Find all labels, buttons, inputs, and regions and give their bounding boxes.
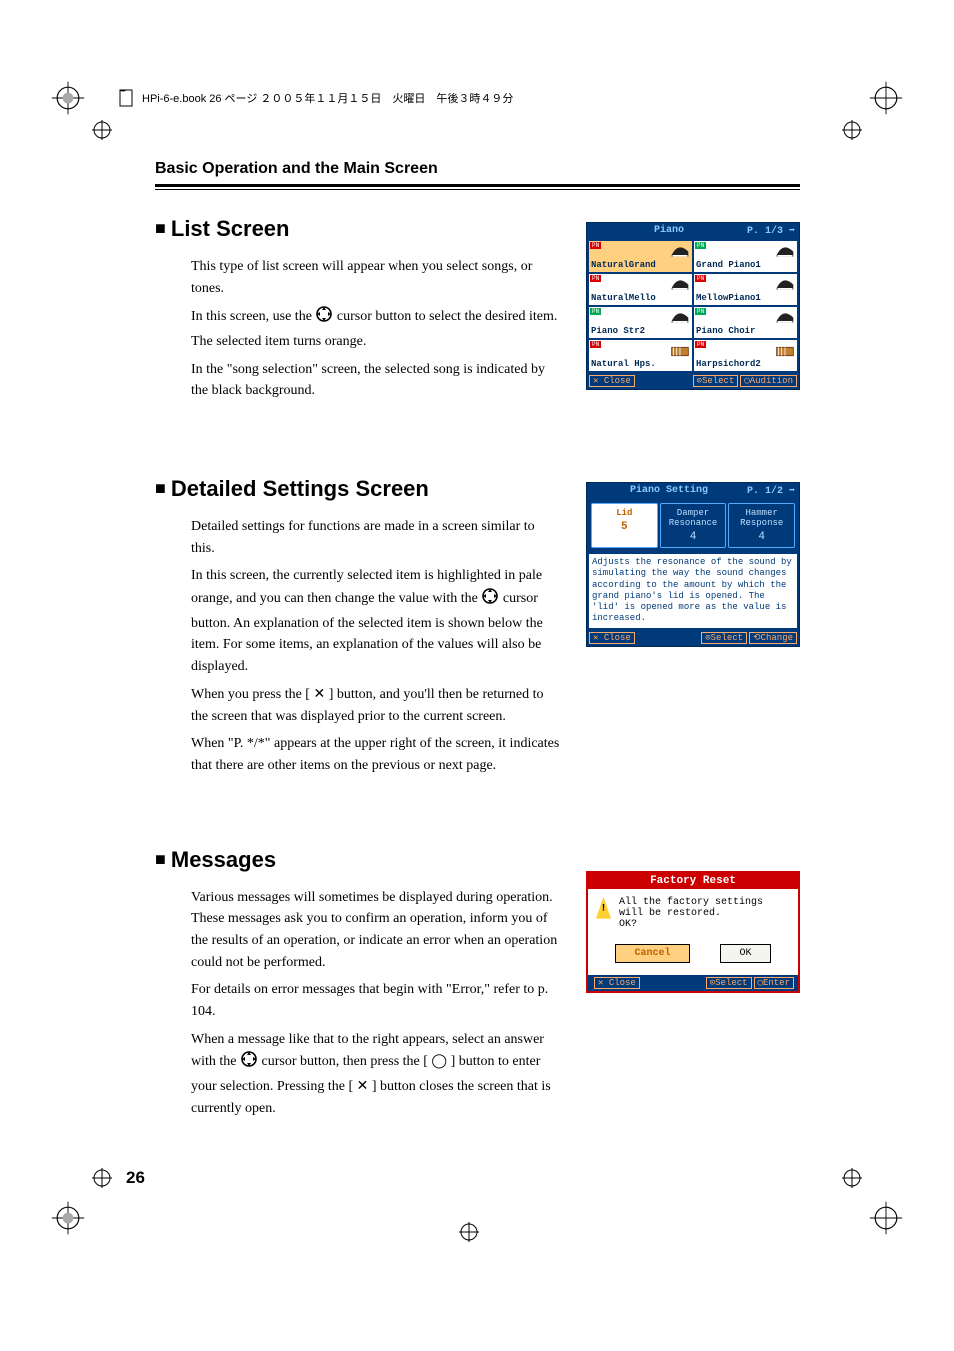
reg-mark-icon (459, 1222, 479, 1242)
tone-item[interactable]: PNPiano Choir (694, 307, 797, 338)
figure-piano-list: Piano P. 1/3 ➡ PNNaturalGrandPNGrand Pia… (586, 222, 800, 390)
dialog-title: Factory Reset (588, 873, 798, 889)
page-number: 26 (126, 1168, 145, 1188)
reg-mark-icon (50, 80, 86, 116)
body-text: When you press the [ ✕ ] button, and you… (191, 684, 561, 727)
cursor-ring-icon (481, 587, 499, 613)
body-text: This type of list screen will appear whe… (191, 256, 561, 299)
lcd-title: Piano Setting (591, 485, 747, 497)
lcd-select-button[interactable]: ⊙Select (693, 375, 739, 387)
tone-item[interactable]: PNGrand Piano1 (694, 241, 797, 272)
body-text: In this screen, the currently selected i… (191, 565, 561, 677)
setting-box[interactable]: Hammer Response4 (728, 503, 795, 548)
setting-description: Adjusts the resonance of the sound by si… (589, 554, 797, 628)
body-text: Detailed settings for functions are made… (191, 516, 561, 559)
figure-piano-setting: Piano Setting P. 1/2 ➡ Lid5Damper Resona… (586, 482, 800, 647)
body-text: In the "song selection" screen, the sele… (191, 359, 561, 402)
tone-item[interactable]: PNNaturalGrand (589, 241, 692, 272)
reg-mark-icon (842, 120, 862, 140)
cursor-ring-icon (240, 1050, 258, 1076)
lcd-select-button[interactable]: ⊙Select (701, 632, 747, 644)
ok-button[interactable]: OK (720, 944, 770, 963)
lcd-close-button[interactable]: ✕ Close (589, 632, 635, 644)
breadcrumb: Basic Operation and the Main Screen (155, 160, 800, 178)
reg-mark-icon (842, 1168, 862, 1188)
heading-rule (155, 184, 800, 190)
dialog-message: All the factory settings will be restore… (619, 897, 790, 930)
reg-mark-icon (868, 80, 904, 116)
harpsi-icon (775, 344, 795, 358)
tone-item[interactable]: PNHarpsichord2 (694, 340, 797, 371)
doc-header: HPi-6-e.book 26 ページ ２００５年１１月１５日 火曜日 午後３時… (118, 88, 513, 108)
body-text: For details on error messages that begin… (191, 979, 561, 1022)
setting-box[interactable]: Lid5 (591, 503, 658, 548)
warning-icon (596, 897, 611, 919)
body-text: When a message like that to the right ap… (191, 1029, 561, 1120)
reg-mark-icon (92, 1168, 112, 1188)
lcd-select-button[interactable]: ⊙Select (706, 977, 752, 989)
lcd-close-button[interactable]: ✕ Close (594, 977, 640, 989)
section-list-screen: List Screen This type of list screen wil… (155, 216, 800, 406)
grand-icon (775, 245, 795, 259)
lcd-enter-button[interactable]: ◯Enter (754, 977, 794, 989)
tone-item[interactable]: PNPiano Str2 (589, 307, 692, 338)
section-detailed-settings: Detailed Settings Screen Detailed settin… (155, 476, 800, 777)
lcd-page-indicator: P. 1/3 ➡ (747, 225, 795, 237)
harpsi-icon (670, 344, 690, 358)
tone-item[interactable]: PNMellowPiano1 (694, 274, 797, 305)
lcd-close-button[interactable]: ✕ Close (589, 375, 635, 387)
body-text: In this screen, use the cursor button to… (191, 305, 561, 352)
grand-str-icon (775, 311, 795, 325)
reg-mark-icon (868, 1200, 904, 1236)
body-text: When "P. */*" appears at the upper right… (191, 733, 561, 776)
doc-header-text: HPi-6-e.book 26 ページ ２００５年１１月１５日 火曜日 午後３時… (142, 90, 513, 106)
lcd-change-button[interactable]: ⟲Change (749, 632, 797, 644)
lcd-page-indicator: P. 1/2 ➡ (747, 485, 795, 497)
cursor-ring-icon (315, 305, 333, 331)
figure-factory-reset: Factory Reset All the factory settings w… (586, 871, 800, 993)
section-heading: Messages (155, 847, 800, 873)
body-text: Various messages will sometimes be displ… (191, 887, 561, 974)
grand-icon (775, 278, 795, 292)
lcd-audition-button[interactable]: ◯Audition (740, 375, 797, 387)
reg-mark-icon (92, 120, 112, 140)
setting-box[interactable]: Damper Resonance4 (660, 503, 727, 548)
reg-mark-icon (50, 1200, 86, 1236)
tone-item[interactable]: PNNaturalMello (589, 274, 692, 305)
grand-icon (670, 245, 690, 259)
grand-icon (670, 278, 690, 292)
cancel-button[interactable]: Cancel (615, 944, 689, 963)
grand-str-icon (670, 311, 690, 325)
tone-item[interactable]: PNNatural Hps. (589, 340, 692, 371)
section-messages: Messages Various messages will sometimes… (155, 847, 800, 1120)
book-icon (118, 88, 136, 108)
lcd-title: Piano (591, 225, 747, 237)
